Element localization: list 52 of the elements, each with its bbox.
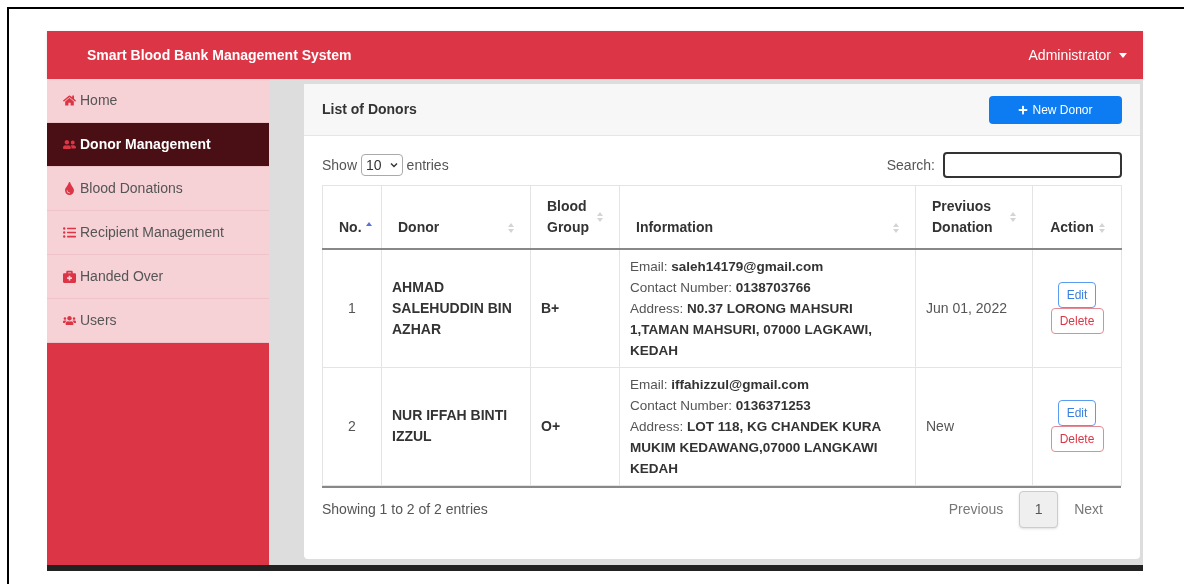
edit-button[interactable]: Edit <box>1058 400 1096 426</box>
column-header[interactable]: Donor <box>381 185 531 249</box>
column-header[interactable]: Blood Group <box>530 185 620 249</box>
list-icon <box>63 226 76 239</box>
page-button[interactable]: 1 <box>1019 490 1059 528</box>
show-label: Show <box>322 155 358 175</box>
user-menu[interactable]: Administrator <box>1028 44 1127 66</box>
table-cell: Jun 01, 2022 <box>915 249 1033 367</box>
info-line: Email: saleh14179@gmail.com <box>630 257 825 276</box>
table-cell: 2 <box>322 367 382 485</box>
info-line: Contact Number: 0136371253 <box>630 396 812 415</box>
delete-button[interactable]: Delete <box>1050 308 1104 335</box>
users-icon <box>63 314 76 327</box>
caret-icon <box>1119 52 1127 58</box>
table-cell: 1 <box>322 249 382 367</box>
table-cell: B+ <box>530 249 620 367</box>
plus-icon <box>1018 104 1029 115</box>
sidebar-item[interactable]: Blood Donations <box>47 167 269 211</box>
info-line: Contact Number: 0138703766 <box>630 278 812 297</box>
chevron-icon <box>389 162 398 168</box>
users-icon <box>63 138 76 151</box>
kit-icon <box>63 270 76 283</box>
search-field[interactable] <box>943 152 1122 178</box>
entries-label: entries <box>406 155 449 175</box>
sidebar-item[interactable]: Home <box>47 79 269 123</box>
info-line: Email: iffahizzul@gmail.com <box>630 375 810 394</box>
column-header[interactable]: Information <box>619 185 916 249</box>
column-header[interactable]: Action <box>1032 185 1122 249</box>
drop-icon <box>63 182 76 195</box>
info-line: Address: N0.37 LORONG MAHSURI 1,TAMAN MAHSURI, 07000 LAGKAWI, KEDAH <box>630 299 874 360</box>
table-cell: New <box>915 367 1033 485</box>
sidebar-item[interactable]: Donor Management <box>47 123 269 167</box>
table-cell: O+ <box>530 367 620 485</box>
app-title: Smart Blood Bank Management System <box>87 45 352 65</box>
previous-link[interactable]: Previous <box>944 498 1008 520</box>
card-title: List of Donors <box>322 100 417 119</box>
new-donor-button[interactable]: New Donor <box>989 95 1122 124</box>
home-icon <box>63 94 76 107</box>
table-cell: AHMAD SALEHUDDIN BIN AZHAR <box>381 249 531 367</box>
search-label: Search: <box>886 155 935 175</box>
column-header[interactable]: No. <box>322 185 382 249</box>
sidebar-item[interactable]: Handed Over <box>47 255 269 299</box>
page-size-select[interactable]: 10 <box>361 154 403 176</box>
sidebar-item[interactable]: Users <box>47 299 269 343</box>
table-cell: NUR IFFAH BINTI IZZUL <box>381 367 531 485</box>
delete-button[interactable]: Delete <box>1050 426 1104 452</box>
next-link[interactable]: Next <box>1070 498 1107 520</box>
sidebar-item[interactable]: Recipient Management <box>47 211 269 255</box>
info-line: Address: LOT 118, KG CHANDEK KURA MUKIM KEDAWANG,07000 LANGKAWI KEDAH <box>630 417 882 478</box>
entries-summary: Showing 1 to 2 of 2 entries <box>322 499 488 519</box>
edit-button[interactable]: Edit <box>1058 282 1096 309</box>
column-header[interactable]: Previuos Donation <box>915 185 1033 249</box>
